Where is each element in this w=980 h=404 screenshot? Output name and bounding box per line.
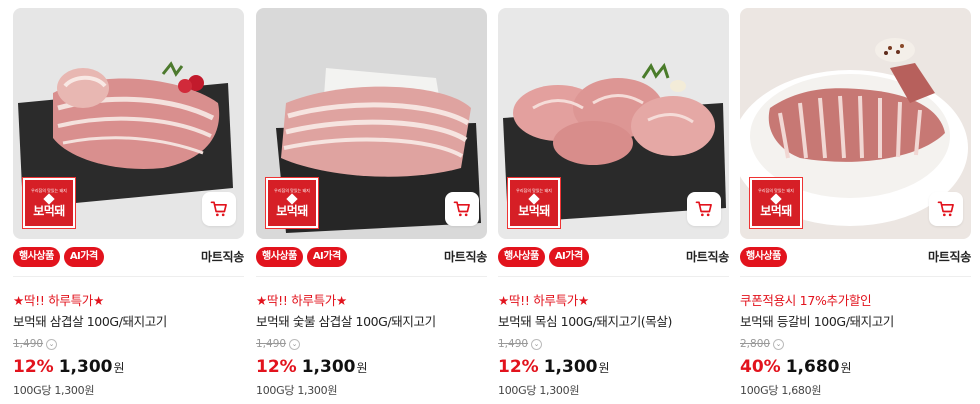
product-image[interactable]: 우리집의 맛있는 돼지 보먹돼 (256, 8, 487, 239)
discount-rate: 12% (13, 357, 54, 377)
add-to-cart-button[interactable] (202, 192, 236, 226)
event-tag: 행사상품 (740, 247, 787, 267)
event-tag: 행사상품 (256, 247, 303, 267)
product-card[interactable]: 우리집의 맛있는 돼지 보먹돼 행사상품 AI가격 마트직송 ★딱!! 하루특가… (256, 8, 487, 404)
original-price: 1,490 (256, 338, 287, 350)
promo-text: ★딱!! 하루특가★ (13, 293, 104, 308)
unit-price: 100G당 1,300원 (498, 384, 580, 397)
price-row: 12% 1,300 원 (13, 357, 125, 377)
product-name[interactable]: 보먹돼 삼겹살 100G/돼지고기 (13, 311, 167, 330)
add-to-cart-button[interactable] (687, 192, 721, 226)
add-to-cart-button[interactable] (929, 192, 963, 226)
price-row: 40% 1,680 원 (740, 357, 852, 377)
brand-logo: 우리집의 맛있는 돼지 보먹돼 (750, 178, 802, 228)
delivery-label: 마트직송 (201, 250, 244, 264)
product-name[interactable]: 보먹돼 목심 100G/돼지고기(목살) (498, 311, 672, 330)
original-price: 1,490 (498, 338, 529, 350)
ai-price-tag: AI가격 (63, 247, 104, 267)
brand-logo: 우리집의 맛있는 돼지 보먹돼 (508, 178, 560, 228)
currency-unit: 원 (356, 361, 368, 375)
unit-price: 100G당 1,680원 (740, 384, 822, 397)
product-name[interactable]: 보먹돼 숯불 삼겹살 100G/돼지고기 (256, 311, 436, 330)
product-card[interactable]: 우리집의 맛있는 돼지 보먹돼 행사상품 AI가격 마트직송 ★딱!! 하루특가… (13, 8, 244, 404)
sale-price: 1,300 (58, 357, 113, 377)
discount-rate: 12% (498, 357, 539, 377)
product-image[interactable]: 우리집의 맛있는 돼지 보먹돼 (740, 8, 971, 239)
divider (498, 276, 729, 277)
currency-unit: 원 (113, 361, 125, 375)
add-to-cart-button[interactable] (445, 192, 479, 226)
price-row: 12% 1,300 원 (256, 357, 368, 377)
discount-rate: 12% (256, 357, 297, 377)
event-tag: 행사상품 (13, 247, 60, 267)
sale-price: 1,300 (543, 357, 598, 377)
price-row: 12% 1,300 원 (498, 357, 610, 377)
promo-text: ★딱!! 하루특가★ (498, 293, 589, 308)
product-image[interactable]: 우리집의 맛있는 돼지 보먹돼 (13, 8, 244, 239)
product-grid: 우리집의 맛있는 돼지 보먹돼 행사상품 AI가격 마트직송 ★딱!! 하루특가… (0, 0, 980, 404)
info-icon[interactable]: ⌄ (531, 338, 543, 350)
unit-price: 100G당 1,300원 (13, 384, 95, 397)
ai-price-tag: AI가격 (306, 247, 347, 267)
divider (740, 276, 971, 277)
event-tag: 행사상품 (498, 247, 545, 267)
product-card[interactable]: 우리집의 맛있는 돼지 보먹돼 행사상품 마트직송 쿠폰적용시 17%추가할인 … (740, 8, 971, 404)
original-price-row: 1,490 ⌄ (256, 338, 301, 350)
discount-rate: 40% (740, 357, 781, 377)
tag-row: 행사상품 AI가격 마트직송 (256, 246, 487, 268)
original-price-row: 1,490 ⌄ (13, 338, 58, 350)
tag-row: 행사상품 AI가격 마트직송 (13, 246, 244, 268)
tag-row: 행사상품 마트직송 (740, 246, 971, 268)
promo-text: ★딱!! 하루특가★ (256, 293, 347, 308)
info-icon[interactable]: ⌄ (773, 338, 785, 350)
promo-text: 쿠폰적용시 17%추가할인 (740, 293, 872, 308)
delivery-label: 마트직송 (444, 250, 487, 264)
info-icon[interactable]: ⌄ (46, 338, 58, 350)
sale-price: 1,300 (301, 357, 356, 377)
cart-icon (453, 201, 470, 217)
original-price: 1,490 (13, 338, 44, 350)
divider (13, 276, 244, 277)
delivery-label: 마트직송 (928, 250, 971, 264)
divider (256, 276, 487, 277)
cart-icon (937, 201, 954, 217)
currency-unit: 원 (598, 361, 610, 375)
currency-unit: 원 (840, 361, 852, 375)
product-card[interactable]: 우리집의 맛있는 돼지 보먹돼 행사상품 AI가격 마트직송 ★딱!! 하루특가… (498, 8, 729, 404)
original-price-row: 1,490 ⌄ (498, 338, 543, 350)
original-price-row: 2,800 ⌄ (740, 338, 785, 350)
info-icon[interactable]: ⌄ (289, 338, 301, 350)
cart-icon (210, 201, 227, 217)
delivery-label: 마트직송 (686, 250, 729, 264)
brand-logo: 우리집의 맛있는 돼지 보먹돼 (23, 178, 75, 228)
sale-price: 1,680 (785, 357, 840, 377)
unit-price: 100G당 1,300원 (256, 384, 338, 397)
original-price: 2,800 (740, 338, 771, 350)
cart-icon (695, 201, 712, 217)
brand-logo: 우리집의 맛있는 돼지 보먹돼 (266, 178, 318, 228)
tag-row: 행사상품 AI가격 마트직송 (498, 246, 729, 268)
product-name[interactable]: 보먹돼 등갈비 100G/돼지고기 (740, 311, 894, 330)
ai-price-tag: AI가격 (548, 247, 589, 267)
product-image[interactable]: 우리집의 맛있는 돼지 보먹돼 (498, 8, 729, 239)
